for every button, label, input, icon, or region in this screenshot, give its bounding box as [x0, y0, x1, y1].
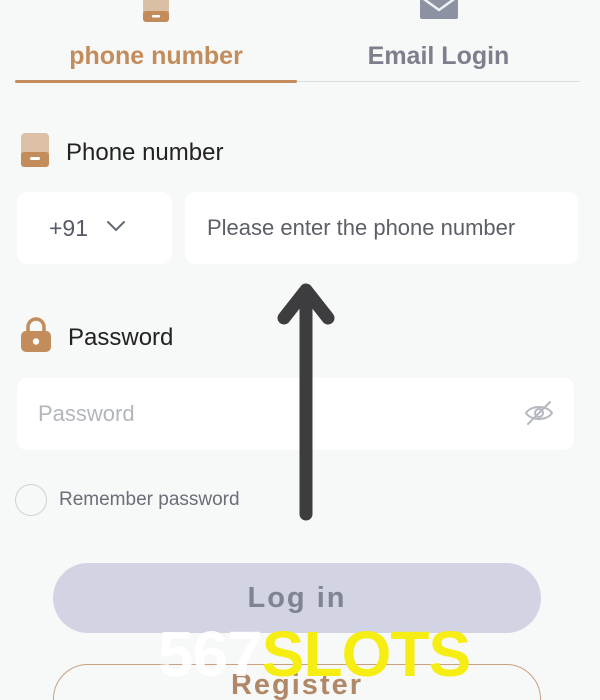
tab-phone-number[interactable]: phone number: [15, 0, 297, 83]
phone-number-heading: Phone number: [20, 132, 223, 173]
password-heading: Password: [20, 317, 173, 358]
password-input[interactable]: [17, 378, 517, 450]
eye-off-icon[interactable]: [524, 400, 554, 431]
login-page: phone number Email Login Phone number +9…: [0, 0, 600, 700]
login-tabs: phone number Email Login: [15, 0, 580, 83]
chevron-down-icon: [106, 219, 126, 237]
lock-icon: [20, 317, 52, 358]
tab-phone-label: phone number: [69, 42, 243, 70]
watermark-word: SLOTS: [261, 618, 471, 690]
phone-icon: [20, 132, 50, 173]
remember-password[interactable]: Remember password: [15, 484, 240, 516]
country-code-select[interactable]: +91: [17, 192, 172, 264]
watermark-number: 567: [158, 618, 263, 690]
remember-password-label: Remember password: [59, 489, 240, 510]
phone-number-title: Phone number: [66, 138, 224, 166]
tab-email-label: Email Login: [367, 42, 510, 70]
mail-icon: [419, 0, 459, 25]
arrow-up-icon: [276, 282, 336, 527]
active-tab-indicator: [15, 80, 297, 83]
phone-icon: [141, 0, 171, 29]
tab-email-login[interactable]: Email Login: [297, 0, 580, 82]
password-title: Password: [68, 323, 174, 351]
country-code-value: +91: [49, 214, 89, 241]
remember-password-radio[interactable]: [15, 484, 47, 516]
phone-number-input[interactable]: [185, 192, 578, 264]
watermark-logo: 567SLOTS: [158, 622, 471, 686]
